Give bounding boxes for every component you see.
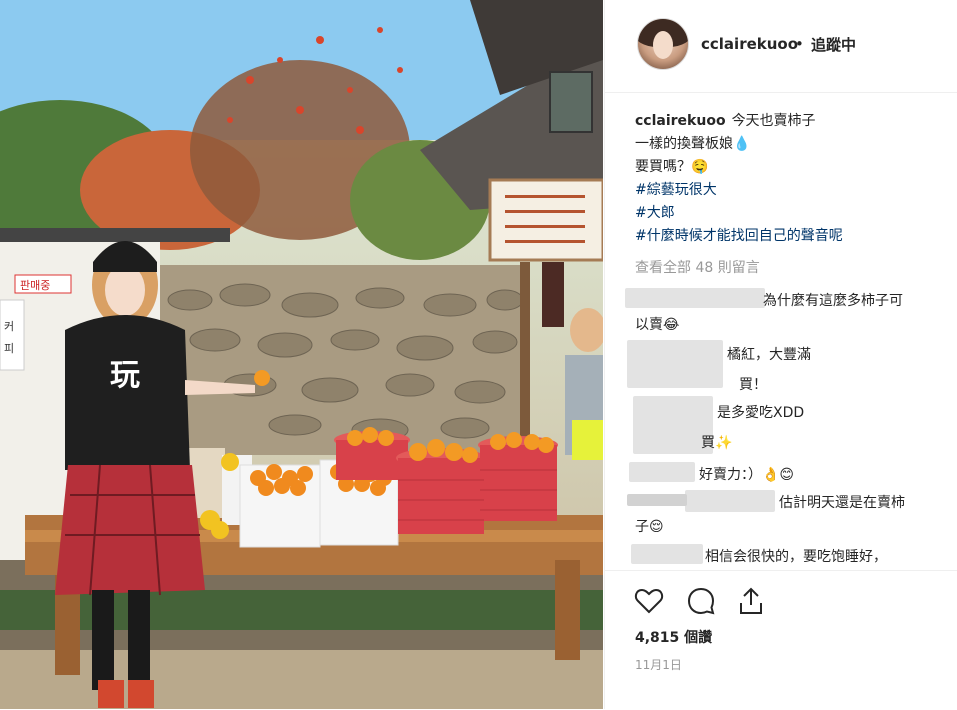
comment-icon[interactable] <box>685 585 717 617</box>
hashtag-link[interactable]: #什麼時候才能找回自己的聲音呢 <box>635 225 945 248</box>
svg-text:판매중: 판매중 <box>20 279 50 292</box>
comment-text: 以賣😂 <box>635 317 680 333</box>
post-date[interactable]: 11月1日 <box>635 656 682 673</box>
comment-text: 買！ <box>739 377 767 393</box>
view-all-comments-link[interactable]: 查看全部 48 則留言 <box>635 257 760 277</box>
svg-text:피: 피 <box>4 342 14 355</box>
comment-text: 好賣力：）👌😊 <box>699 467 795 483</box>
comment-text: 是多愛吃XDD <box>717 405 805 421</box>
post-header: cclairekuoo • 追蹤中 <box>605 0 957 93</box>
share-icon[interactable] <box>735 585 767 617</box>
hashtag-link[interactable]: #大郎 <box>635 202 945 225</box>
post-actions: 4,815 個讚 11月1日 <box>605 570 957 710</box>
username-link[interactable]: cclairekuoo <box>701 35 798 53</box>
caption-username[interactable]: cclairekuoo <box>635 113 726 129</box>
post-side-panel: cclairekuoo • 追蹤中 cclairekuoo 今天也賣柿子 一樣的換… <box>604 0 957 709</box>
comment-text: 估計明天還是在賣柿 <box>779 495 905 511</box>
comment-text: 買✨ <box>701 435 733 451</box>
comment-text: 橘紅，大豐滿 <box>727 347 811 363</box>
comment-text: 為什麼有這麼多柿子可 <box>763 293 903 309</box>
svg-text:玩: 玩 <box>110 358 140 393</box>
comment-text: 子😌 <box>635 519 664 535</box>
blurred-username <box>685 490 775 512</box>
blurred-username <box>629 462 695 482</box>
post-caption: cclairekuoo 今天也賣柿子 一樣的換聲板娘💧 要買嗎？🤤 #綜藝玩很大 … <box>635 110 945 248</box>
following-button[interactable]: 追蹤中 <box>811 34 856 55</box>
post-photo[interactable]: 판매중 커 피 玩 <box>0 0 603 709</box>
caption-text-line3: 要買嗎？🤤 <box>635 159 709 175</box>
blurred-username <box>627 340 723 388</box>
separator-dot: • <box>795 35 804 53</box>
avatar[interactable] <box>637 18 689 70</box>
blurred-username <box>631 544 703 564</box>
heart-icon[interactable] <box>633 585 665 617</box>
caption-text-line2: 一樣的換聲板娘💧 <box>635 136 751 152</box>
photo-scene: 판매중 커 피 玩 <box>0 0 603 709</box>
svg-text:커: 커 <box>4 320 14 333</box>
blurred-username <box>625 288 765 308</box>
caption-text-line1: 今天也賣柿子 <box>731 113 816 129</box>
comment-text: 相信会很快的，要吃饱睡好， <box>705 549 887 565</box>
likes-count[interactable]: 4,815 個讚 <box>635 627 712 647</box>
blurred-username <box>627 494 687 506</box>
hashtag-link[interactable]: #綜藝玩很大 <box>635 179 945 202</box>
